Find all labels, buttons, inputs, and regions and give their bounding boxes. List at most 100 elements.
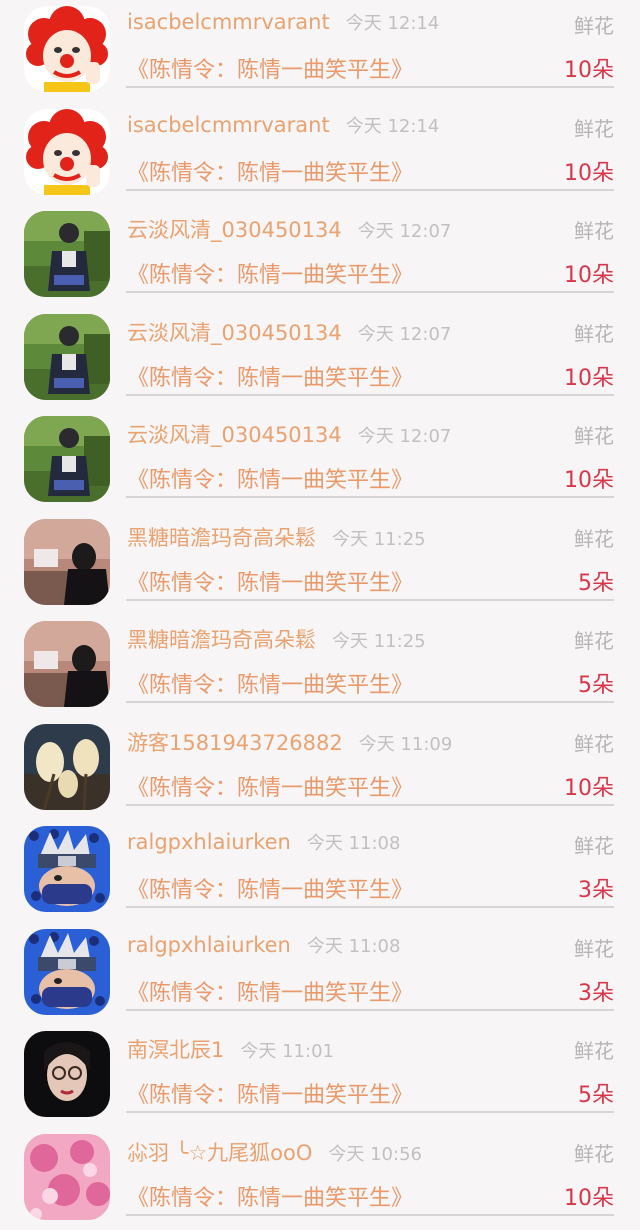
clown-avatar-image bbox=[24, 6, 110, 92]
gift-record-row[interactable]: 云淡风清_030450134今天 12:07 鲜花 《陈情令：陈情一曲笑平生》 … bbox=[0, 205, 640, 308]
username-line: 云淡风清_030450134今天 12:07 bbox=[127, 214, 451, 244]
username[interactable]: 黑糖暗澹玛奇高朵鬆 bbox=[127, 628, 316, 652]
ninja-cartoon-avatar-image bbox=[24, 826, 110, 912]
gift-type-label: 鲜花 bbox=[574, 318, 614, 347]
gift-type-label: 鲜花 bbox=[574, 625, 614, 654]
gift-time: 今天 11:08 bbox=[307, 833, 401, 854]
username[interactable]: 南溟北辰1 bbox=[127, 1038, 224, 1062]
ninja-cartoon-avatar[interactable] bbox=[24, 826, 110, 912]
username-line: 黑糖暗澹玛奇高朵鬆今天 11:25 bbox=[127, 624, 426, 654]
gift-count: 10朵 bbox=[564, 462, 614, 494]
row-divider bbox=[126, 599, 614, 601]
garden-person-avatar-image bbox=[24, 314, 110, 400]
work-title-link[interactable]: 《陈情令：陈情一曲笑平生》 bbox=[127, 360, 413, 392]
work-title-link[interactable]: 《陈情令：陈情一曲笑平生》 bbox=[127, 770, 413, 802]
gift-count: 5朵 bbox=[578, 667, 614, 699]
garden-person-avatar[interactable] bbox=[24, 314, 110, 400]
username[interactable]: isacbelcmmrvarant bbox=[127, 10, 330, 34]
gift-record-row[interactable]: 尛羽 ╰☆九尾狐ooO今天 10:56 鲜花 《陈情令：陈情一曲笑平生》 10朵 bbox=[0, 1128, 640, 1230]
username[interactable]: isacbelcmmrvarant bbox=[127, 113, 330, 137]
row-divider bbox=[126, 1111, 614, 1113]
gift-record-row[interactable]: ralgpxhlaiurken今天 11:08 鲜花 《陈情令：陈情一曲笑平生》… bbox=[0, 820, 640, 923]
dark-room-avatar[interactable] bbox=[24, 621, 110, 707]
garden-person-avatar[interactable] bbox=[24, 416, 110, 502]
row-divider bbox=[126, 496, 614, 498]
row-divider bbox=[126, 1009, 614, 1011]
gift-record-row[interactable]: isacbelcmmrvarant今天 12:14 鲜花 《陈情令：陈情一曲笑平… bbox=[0, 0, 640, 103]
row-divider bbox=[126, 701, 614, 703]
gift-time: 今天 12:07 bbox=[358, 426, 452, 447]
row-divider bbox=[126, 86, 614, 88]
dark-room-avatar-image bbox=[24, 519, 110, 605]
woman-glasses-avatar[interactable] bbox=[24, 1031, 110, 1117]
gift-time: 今天 12:07 bbox=[358, 324, 452, 345]
username[interactable]: 黑糖暗澹玛奇高朵鬆 bbox=[127, 526, 316, 550]
username-line: 南溟北辰1 今天 11:01 bbox=[127, 1034, 334, 1064]
dark-room-avatar[interactable] bbox=[24, 519, 110, 605]
gift-record-row[interactable]: 黑糖暗澹玛奇高朵鬆今天 11:25 鲜花 《陈情令：陈情一曲笑平生》 5朵 bbox=[0, 615, 640, 718]
gift-count: 10朵 bbox=[564, 155, 614, 187]
row-divider bbox=[126, 906, 614, 908]
username[interactable]: 尛羽 ╰☆九尾狐ooO bbox=[127, 1141, 312, 1165]
gift-count: 3朵 bbox=[578, 872, 614, 904]
work-title-link[interactable]: 《陈情令：陈情一曲笑平生》 bbox=[127, 565, 413, 597]
dark-room-avatar-image bbox=[24, 621, 110, 707]
gift-record-row[interactable]: 黑糖暗澹玛奇高朵鬆今天 11:25 鲜花 《陈情令：陈情一曲笑平生》 5朵 bbox=[0, 513, 640, 616]
gift-record-row[interactable]: isacbelcmmrvarant今天 12:14 鲜花 《陈情令：陈情一曲笑平… bbox=[0, 103, 640, 206]
username-line: 黑糖暗澹玛奇高朵鬆今天 11:25 bbox=[127, 522, 426, 552]
gift-type-label: 鲜花 bbox=[574, 1138, 614, 1167]
gift-record-row[interactable]: 云淡风清_030450134今天 12:07 鲜花 《陈情令：陈情一曲笑平生》 … bbox=[0, 308, 640, 411]
username[interactable]: ralgpxhlaiurken bbox=[127, 830, 291, 854]
work-title-link[interactable]: 《陈情令：陈情一曲笑平生》 bbox=[127, 667, 413, 699]
username-line: 游客1581943726882 今天 11:09 bbox=[127, 727, 452, 757]
pink-flowers-avatar[interactable] bbox=[24, 1134, 110, 1220]
gift-time: 今天 11:01 bbox=[240, 1041, 334, 1062]
garden-person-avatar[interactable] bbox=[24, 211, 110, 297]
gift-record-list: isacbelcmmrvarant今天 12:14 鲜花 《陈情令：陈情一曲笑平… bbox=[0, 0, 640, 1230]
username-line: 云淡风清_030450134 今天 12:07 bbox=[127, 419, 451, 449]
username[interactable]: 云淡风清_030450134 bbox=[127, 218, 342, 242]
magnolia-avatar[interactable] bbox=[24, 724, 110, 810]
gift-record-row[interactable]: 云淡风清_030450134今天 12:07 鲜花 《陈情令：陈情一曲笑平生》 … bbox=[0, 410, 640, 513]
gift-record-row[interactable]: 游客1581943726882 今天 11:09 鲜花 《陈情令：陈情一曲笑平生》… bbox=[0, 718, 640, 821]
gift-type-label: 鲜花 bbox=[574, 933, 614, 962]
gift-type-label: 鲜花 bbox=[574, 728, 614, 757]
work-title-link[interactable]: 《陈情令：陈情一曲笑平生》 bbox=[127, 257, 413, 289]
work-title-link[interactable]: 《陈情令：陈情一曲笑平生》 bbox=[127, 462, 413, 494]
ninja-cartoon-avatar[interactable] bbox=[24, 929, 110, 1015]
row-divider bbox=[126, 291, 614, 293]
gift-record-row[interactable]: ralgpxhlaiurken今天 11:08 鲜花 《陈情令：陈情一曲笑平生》… bbox=[0, 923, 640, 1026]
clown-avatar[interactable] bbox=[24, 6, 110, 92]
clown-avatar-image bbox=[24, 109, 110, 195]
gift-record-row[interactable]: 南溟北辰1今天 11:01 鲜花 《陈情令：陈情一曲笑平生》 5朵 bbox=[0, 1025, 640, 1128]
work-title-link[interactable]: 《陈情令：陈情一曲笑平生》 bbox=[127, 872, 413, 904]
gift-count: 10朵 bbox=[564, 257, 614, 289]
gift-type-label: 鲜花 bbox=[574, 10, 614, 39]
gift-type-label: 鲜花 bbox=[574, 1035, 614, 1064]
gift-count: 10朵 bbox=[564, 360, 614, 392]
row-divider bbox=[126, 394, 614, 396]
username[interactable]: 云淡风清_030450134 bbox=[127, 423, 342, 447]
gift-time: 今天 11:09 bbox=[359, 734, 453, 755]
work-title-link[interactable]: 《陈情令：陈情一曲笑平生》 bbox=[127, 155, 413, 187]
row-divider bbox=[126, 189, 614, 191]
username[interactable]: 游客1581943726882 bbox=[127, 731, 343, 755]
gift-type-label: 鲜花 bbox=[574, 215, 614, 244]
work-title-link[interactable]: 《陈情令：陈情一曲笑平生》 bbox=[127, 1180, 413, 1212]
username[interactable]: ralgpxhlaiurken bbox=[127, 933, 291, 957]
username-line: ralgpxhlaiurken 今天 11:08 bbox=[127, 829, 400, 855]
woman-glasses-avatar-image bbox=[24, 1031, 110, 1117]
username[interactable]: 云淡风清_030450134 bbox=[127, 321, 342, 345]
gift-count: 10朵 bbox=[564, 770, 614, 802]
gift-count: 10朵 bbox=[564, 1180, 614, 1212]
gift-type-label: 鲜花 bbox=[574, 523, 614, 552]
row-divider bbox=[126, 804, 614, 806]
gift-count: 5朵 bbox=[578, 565, 614, 597]
work-title-link[interactable]: 《陈情令：陈情一曲笑平生》 bbox=[127, 1077, 413, 1109]
ninja-cartoon-avatar-image bbox=[24, 929, 110, 1015]
work-title-link[interactable]: 《陈情令：陈情一曲笑平生》 bbox=[127, 975, 413, 1007]
gift-time: 今天 11:25 bbox=[332, 631, 426, 652]
garden-person-avatar-image bbox=[24, 416, 110, 502]
clown-avatar[interactable] bbox=[24, 109, 110, 195]
work-title-link[interactable]: 《陈情令：陈情一曲笑平生》 bbox=[127, 52, 413, 84]
